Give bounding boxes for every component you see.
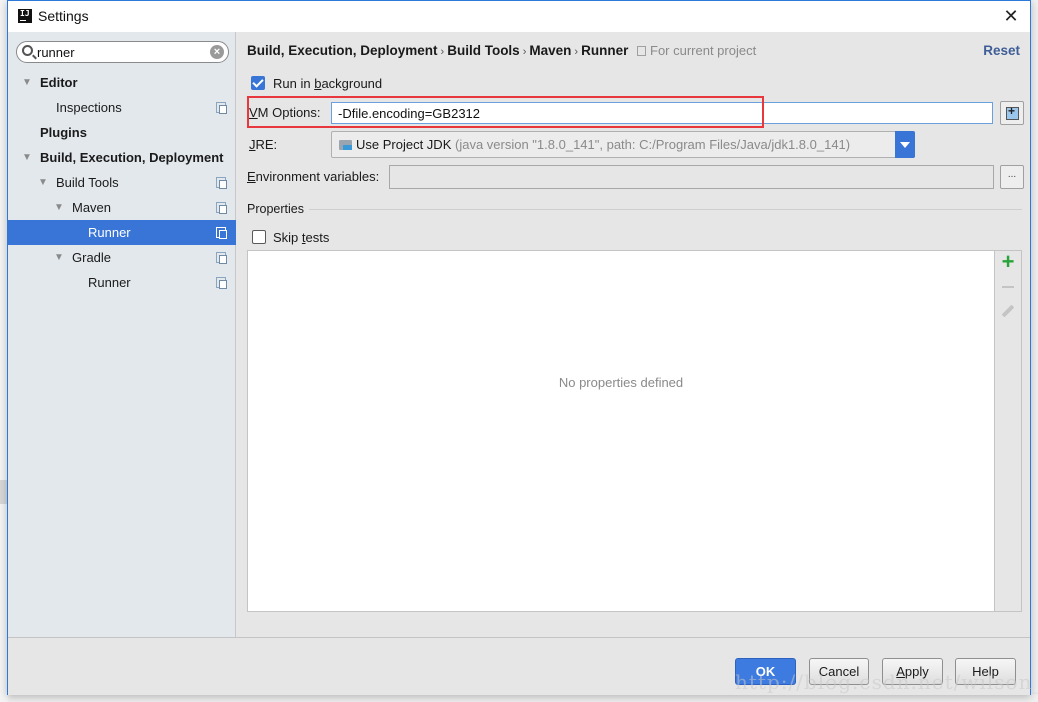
project-settings-icon <box>216 252 227 264</box>
label-text: RE: <box>255 137 278 152</box>
dialog-footer: OK Cancel Apply Help <box>8 637 1030 695</box>
mnemonic: V <box>249 105 258 120</box>
button-text: pply <box>904 664 929 679</box>
expand-arrow-icon[interactable]: ▼ <box>54 245 64 270</box>
env-vars-input[interactable] <box>389 165 994 189</box>
run-in-background-label[interactable]: Run in background <box>273 76 382 91</box>
properties-toolbar: + <box>995 250 1022 612</box>
title-bar: IJ Settings ✕ <box>8 1 1030 32</box>
search-icon <box>22 45 33 56</box>
expand-arrow-icon[interactable]: ▼ <box>54 195 64 220</box>
tree-item-label: Build, Execution, Deployment <box>40 150 224 165</box>
tree-item-inspections[interactable]: Inspections <box>8 95 236 120</box>
label-text: ests <box>305 230 330 245</box>
tree-item-label: Runner <box>88 225 131 240</box>
tree-item-build-execution-deployment[interactable]: ▼ Build, Execution, Deployment <box>8 145 236 170</box>
jre-label: JRE: <box>249 137 277 152</box>
mnemonic: E <box>247 169 256 184</box>
add-icon[interactable]: + <box>999 251 1017 273</box>
edit-pencil-icon[interactable] <box>999 303 1017 321</box>
label-text: ackground <box>321 76 383 91</box>
vm-options-label: VM Options: <box>249 105 321 120</box>
mnemonic: A <box>896 664 905 679</box>
tree-item-maven-runner[interactable]: Runner <box>8 220 236 245</box>
window-title: Settings <box>38 8 89 24</box>
tree-item-label: Runner <box>88 275 131 290</box>
label-text: Skip <box>273 230 302 245</box>
project-settings-icon <box>216 202 227 214</box>
properties-section-title: Properties <box>247 202 304 216</box>
search-input[interactable] <box>37 44 207 60</box>
tree-item-label: Build Tools <box>56 175 119 190</box>
run-in-background-checkbox[interactable] <box>251 76 265 90</box>
reset-link[interactable]: Reset <box>983 43 1020 58</box>
properties-table[interactable]: No properties defined <box>247 250 995 612</box>
breadcrumb-item: Runner <box>581 43 629 58</box>
intellij-app-icon: IJ <box>18 9 32 23</box>
expand-vm-options-button[interactable] <box>1000 101 1024 125</box>
expand-arrow-icon[interactable]: ▼ <box>38 170 48 195</box>
breadcrumb-item: Build Tools <box>447 43 520 58</box>
project-settings-icon <box>216 102 227 114</box>
settings-search: × <box>16 41 229 63</box>
tree-item-build-tools[interactable]: ▼ Build Tools <box>8 170 236 195</box>
project-settings-icon <box>216 177 227 189</box>
tree-item-gradle-runner[interactable]: Runner <box>8 270 236 295</box>
apply-button[interactable]: Apply <box>882 658 943 685</box>
tree-item-maven[interactable]: ▼ Maven <box>8 195 236 220</box>
chevron-down-icon[interactable] <box>895 131 915 158</box>
tree-item-label: Plugins <box>40 125 87 140</box>
scope-indicator: For current project <box>637 43 756 58</box>
tree-item-label: Inspections <box>56 100 122 115</box>
jre-detail: (java version "1.8.0_141", path: C:/Prog… <box>455 137 851 152</box>
skip-tests-checkbox[interactable] <box>252 230 266 244</box>
settings-content: Build, Execution, Deployment › Build Tools… <box>237 32 1030 637</box>
empty-state-text: No properties defined <box>558 375 684 390</box>
breadcrumb-separator: › <box>440 46 445 58</box>
help-button[interactable]: Help <box>955 658 1016 685</box>
label-text: Run in <box>273 76 315 91</box>
skip-tests-label[interactable]: Skip tests <box>273 230 329 245</box>
tree-item-label: Maven <box>72 200 112 215</box>
tree-item-label: Gradle <box>72 250 112 265</box>
expand-arrow-icon[interactable]: ▼ <box>22 145 32 170</box>
expand-field-icon <box>1006 104 1019 120</box>
breadcrumb-separator: › <box>522 46 527 58</box>
breadcrumb-separator: › <box>574 46 579 58</box>
label-text: M Options: <box>257 105 321 120</box>
project-settings-icon <box>637 46 646 56</box>
vm-options-input[interactable] <box>331 102 993 124</box>
breadcrumb: Build, Execution, Deployment › Build Tools… <box>247 43 628 58</box>
breadcrumb-item: Build, Execution, Deployment <box>247 43 438 58</box>
tree-item-label: Editor <box>40 75 78 90</box>
project-settings-icon <box>216 227 227 239</box>
tree-item-editor[interactable]: ▼ Editor <box>8 70 236 95</box>
settings-dialog: IJ Settings ✕ × ▼ Editor Inspections Plu… <box>7 0 1031 695</box>
remove-icon[interactable] <box>999 278 1017 296</box>
section-divider <box>309 209 1022 210</box>
env-vars-label: Environment variables: <box>247 169 379 184</box>
close-button[interactable]: ✕ <box>998 4 1024 28</box>
clear-search-icon[interactable]: × <box>210 45 224 59</box>
project-settings-icon <box>216 277 227 289</box>
settings-tree: ▼ Editor Inspections Plugins ▼ Build, Ex… <box>8 70 236 295</box>
breadcrumb-item: Maven <box>529 43 572 58</box>
jre-selected-value: Use Project JDK (java version "1.8.0_141… <box>356 137 850 152</box>
scope-label: For current project <box>650 43 757 58</box>
ok-button[interactable]: OK <box>735 658 796 685</box>
label-text: nvironment variables: <box>255 169 380 184</box>
jre-dropdown[interactable]: Use Project JDK (java version "1.8.0_141… <box>331 131 915 158</box>
tree-item-gradle[interactable]: ▼ Gradle <box>8 245 236 270</box>
settings-sidebar: × ▼ Editor Inspections Plugins ▼ Build, … <box>8 32 236 637</box>
expand-arrow-icon[interactable]: ▼ <box>22 70 32 95</box>
cancel-button[interactable]: Cancel <box>809 658 869 685</box>
env-vars-browse-button[interactable]: ... <box>1000 165 1024 189</box>
jre-name: Use Project JDK <box>356 137 452 152</box>
tree-item-plugins[interactable]: Plugins <box>8 120 236 145</box>
jdk-folder-icon <box>339 140 352 150</box>
